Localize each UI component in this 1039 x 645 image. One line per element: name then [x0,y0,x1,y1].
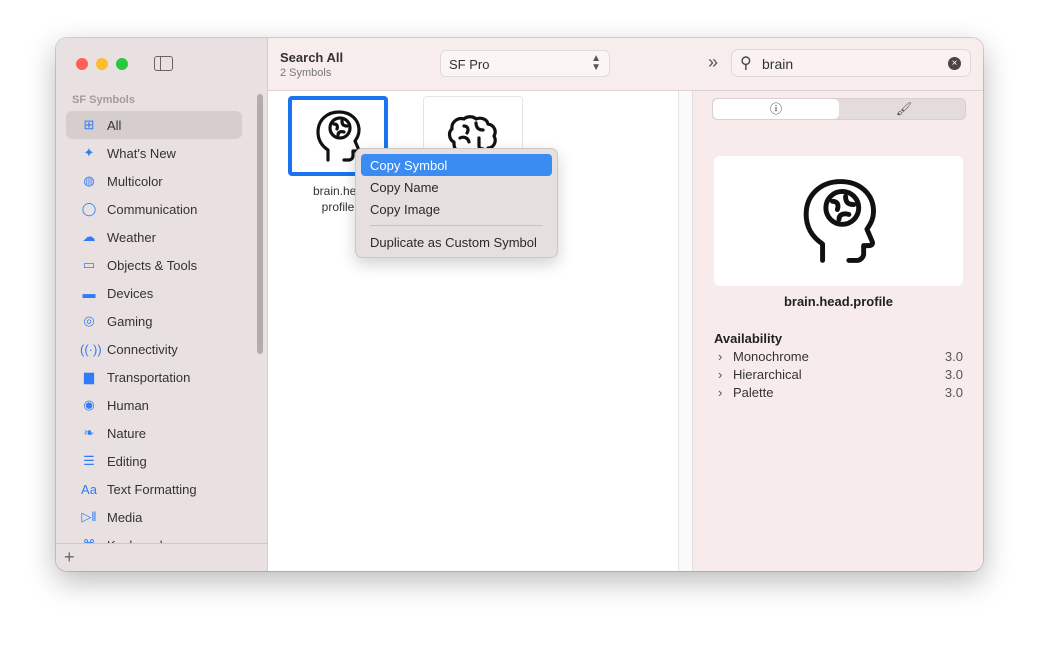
sidebar-item-label: Gaming [107,313,153,329]
chevron-right-icon: › [718,349,723,364]
minimize-button[interactable] [96,58,108,70]
tab-rendering[interactable]: 🖌︎ [841,99,967,119]
version: 3.0 [944,385,963,400]
textformat-icon: Aa [81,481,97,497]
car-icon: ▆ [84,369,94,384]
sidebar-item-multicolor[interactable]: ◍ Multicolor [66,167,242,195]
sidebar-item-label: Transportation [107,369,191,385]
sidebar-item-label: Text Formatting [107,481,197,497]
sidebar-section-title: SF Symbols [72,94,135,106]
person-circle-icon: ◉ [83,397,95,412]
bubble-icon: ◯ [81,201,97,216]
chevron-right-icon: › [718,385,723,400]
version: 3.0 [944,367,963,382]
sidebar-item-communication[interactable]: ◯ Communication [66,195,242,223]
sidebar-item-label: Devices [107,285,154,301]
sliders-icon: ☰ [83,453,95,468]
sidebar-item-nature[interactable]: ❧ Nature [66,419,242,447]
sidebar-item-weather[interactable]: ☁ Weather [66,223,242,251]
font-select[interactable]: SF Pro ▲ ▼ [440,50,610,77]
toolbar: Search All 2 Symbols SF Pro ▲ ▼ » ⚲ brain … [268,38,983,91]
menu-item-copy-name[interactable]: Copy Name [361,176,552,198]
add-collection-button[interactable]: + [64,547,75,568]
sidebar-item-media[interactable]: ▷‖ Media [66,503,242,531]
display-icon: ▬ [82,285,96,301]
symbol-count: 2 Symbols [280,67,332,79]
sidebar-scrollbar[interactable] [257,94,263,354]
rendering-mode: Palette [733,385,774,400]
availability-title: Availability [714,331,783,346]
font-select-value: SF Pro [449,57,490,72]
category-list: ⊞ All ✦ What's New ◍ Multicolor ◯ Communication… [66,111,242,543]
sidebar-item-all[interactable]: ⊞ All [66,111,242,139]
sidebar-item-label: Connectivity [107,341,178,357]
rendering-mode: Monochrome [733,349,809,364]
sidebar-item-label: Communication [107,201,198,217]
sidebar-item-label: Editing [107,453,147,469]
chevron-updown-icon: ▲ ▼ [591,53,601,73]
availability-row[interactable]: › Palette 3.0 [718,385,963,400]
sidebar-item-transportation[interactable]: ▆ Transportation [66,363,242,391]
search-field[interactable]: ⚲ brain × [731,49,971,77]
context-menu: Copy Symbol Copy Name Copy Image Duplica… [355,148,558,258]
version: 3.0 [944,349,963,364]
clear-search-icon[interactable]: × [948,57,961,70]
search-input[interactable]: brain [762,56,793,72]
sidebar-item-what-s-new[interactable]: ✦ What's New [66,139,242,167]
availability-row[interactable]: › Hierarchical 3.0 [718,367,963,382]
paintbrush-icon: 🖌︎ [895,101,913,116]
symbol-preview [714,156,963,286]
tab-info[interactable]: ⓘ [713,99,839,119]
search-icon: ⚲ [740,55,752,72]
palette-icon: ◍ [83,173,95,188]
sidebar-item-label: Human [107,397,149,413]
sidebar-item-keyboard[interactable]: ⌘Keyboard [66,531,242,543]
inspector-tabs: ⓘ 🖌︎ [712,98,966,120]
gamecontroller-icon: ◎ [83,313,95,328]
menu-item-copy-symbol[interactable]: Copy Symbol [361,154,552,176]
sidebar-item-objects-tools[interactable]: ▭ Objects & Tools [66,251,242,279]
sidebar-item-connectivity[interactable]: ((·)) Connectivity [66,335,242,363]
close-button[interactable] [76,58,88,70]
rendering-mode: Hierarchical [733,367,802,382]
sidebar-item-label: What's New [107,145,176,161]
page-title: Search All [280,50,344,65]
brain-head-profile-icon [803,179,876,263]
antenna-icon: ((·)) [80,341,102,357]
leaf-icon: ❧ [83,425,95,440]
info-icon: ⓘ [769,102,782,116]
menu-divider [370,225,543,226]
sidebar-item-label: Multicolor [107,173,163,189]
toolbar-overflow-icon[interactable]: » [708,52,718,73]
chevron-right-icon: › [718,367,723,382]
sidebar-footer: + [56,543,268,571]
menu-item-copy-image[interactable]: Copy Image [361,198,552,220]
grid-icon: ⊞ [83,117,95,132]
sidebar-item-label: Objects & Tools [107,257,198,273]
sidebar-item-label: Nature [107,425,147,441]
menu-item-duplicate-custom[interactable]: Duplicate as Custom Symbol [361,231,552,253]
playpause-icon: ▷‖ [81,509,97,524]
availability-row[interactable]: › Monochrome 3.0 [718,349,963,364]
sidebar: SF Symbols ⊞ All ✦ What's New ◍ Multicolor ◯ Co… [56,38,268,571]
window-controls [76,58,128,70]
sidebar-item-text-formatting[interactable]: Aa Text Formatting [66,475,242,503]
sparkles-icon: ✦ [83,145,95,160]
symbol-name: brain.head.profile [783,294,894,309]
sidebar-item-label: Media [107,509,143,525]
sidebar-item-devices[interactable]: ▬ Devices [66,279,242,307]
sidebar-item-editing[interactable]: ☰ Editing [66,447,242,475]
inspector-panel: ⓘ 🖌︎ brain.head.profile Availability › Mo… [693,91,983,571]
sidebar-item-gaming[interactable]: ◎ Gaming [66,307,242,335]
zoom-button[interactable] [116,58,128,70]
sf-symbols-window: SF Symbols ⊞ All ✦ What's New ◍ Multicolor ◯ Co… [56,38,983,571]
sidebar-item-label: All [107,117,122,133]
folder-icon: ▭ [82,257,96,272]
sidebar-toggle-icon[interactable] [154,56,173,71]
grid-scroll-gutter [678,91,693,571]
sidebar-item-human[interactable]: ◉ Human [66,391,242,419]
cloud-sun-icon: ☁ [82,229,96,244]
caption-line: profile [321,200,355,214]
sidebar-item-label: Weather [107,229,156,245]
